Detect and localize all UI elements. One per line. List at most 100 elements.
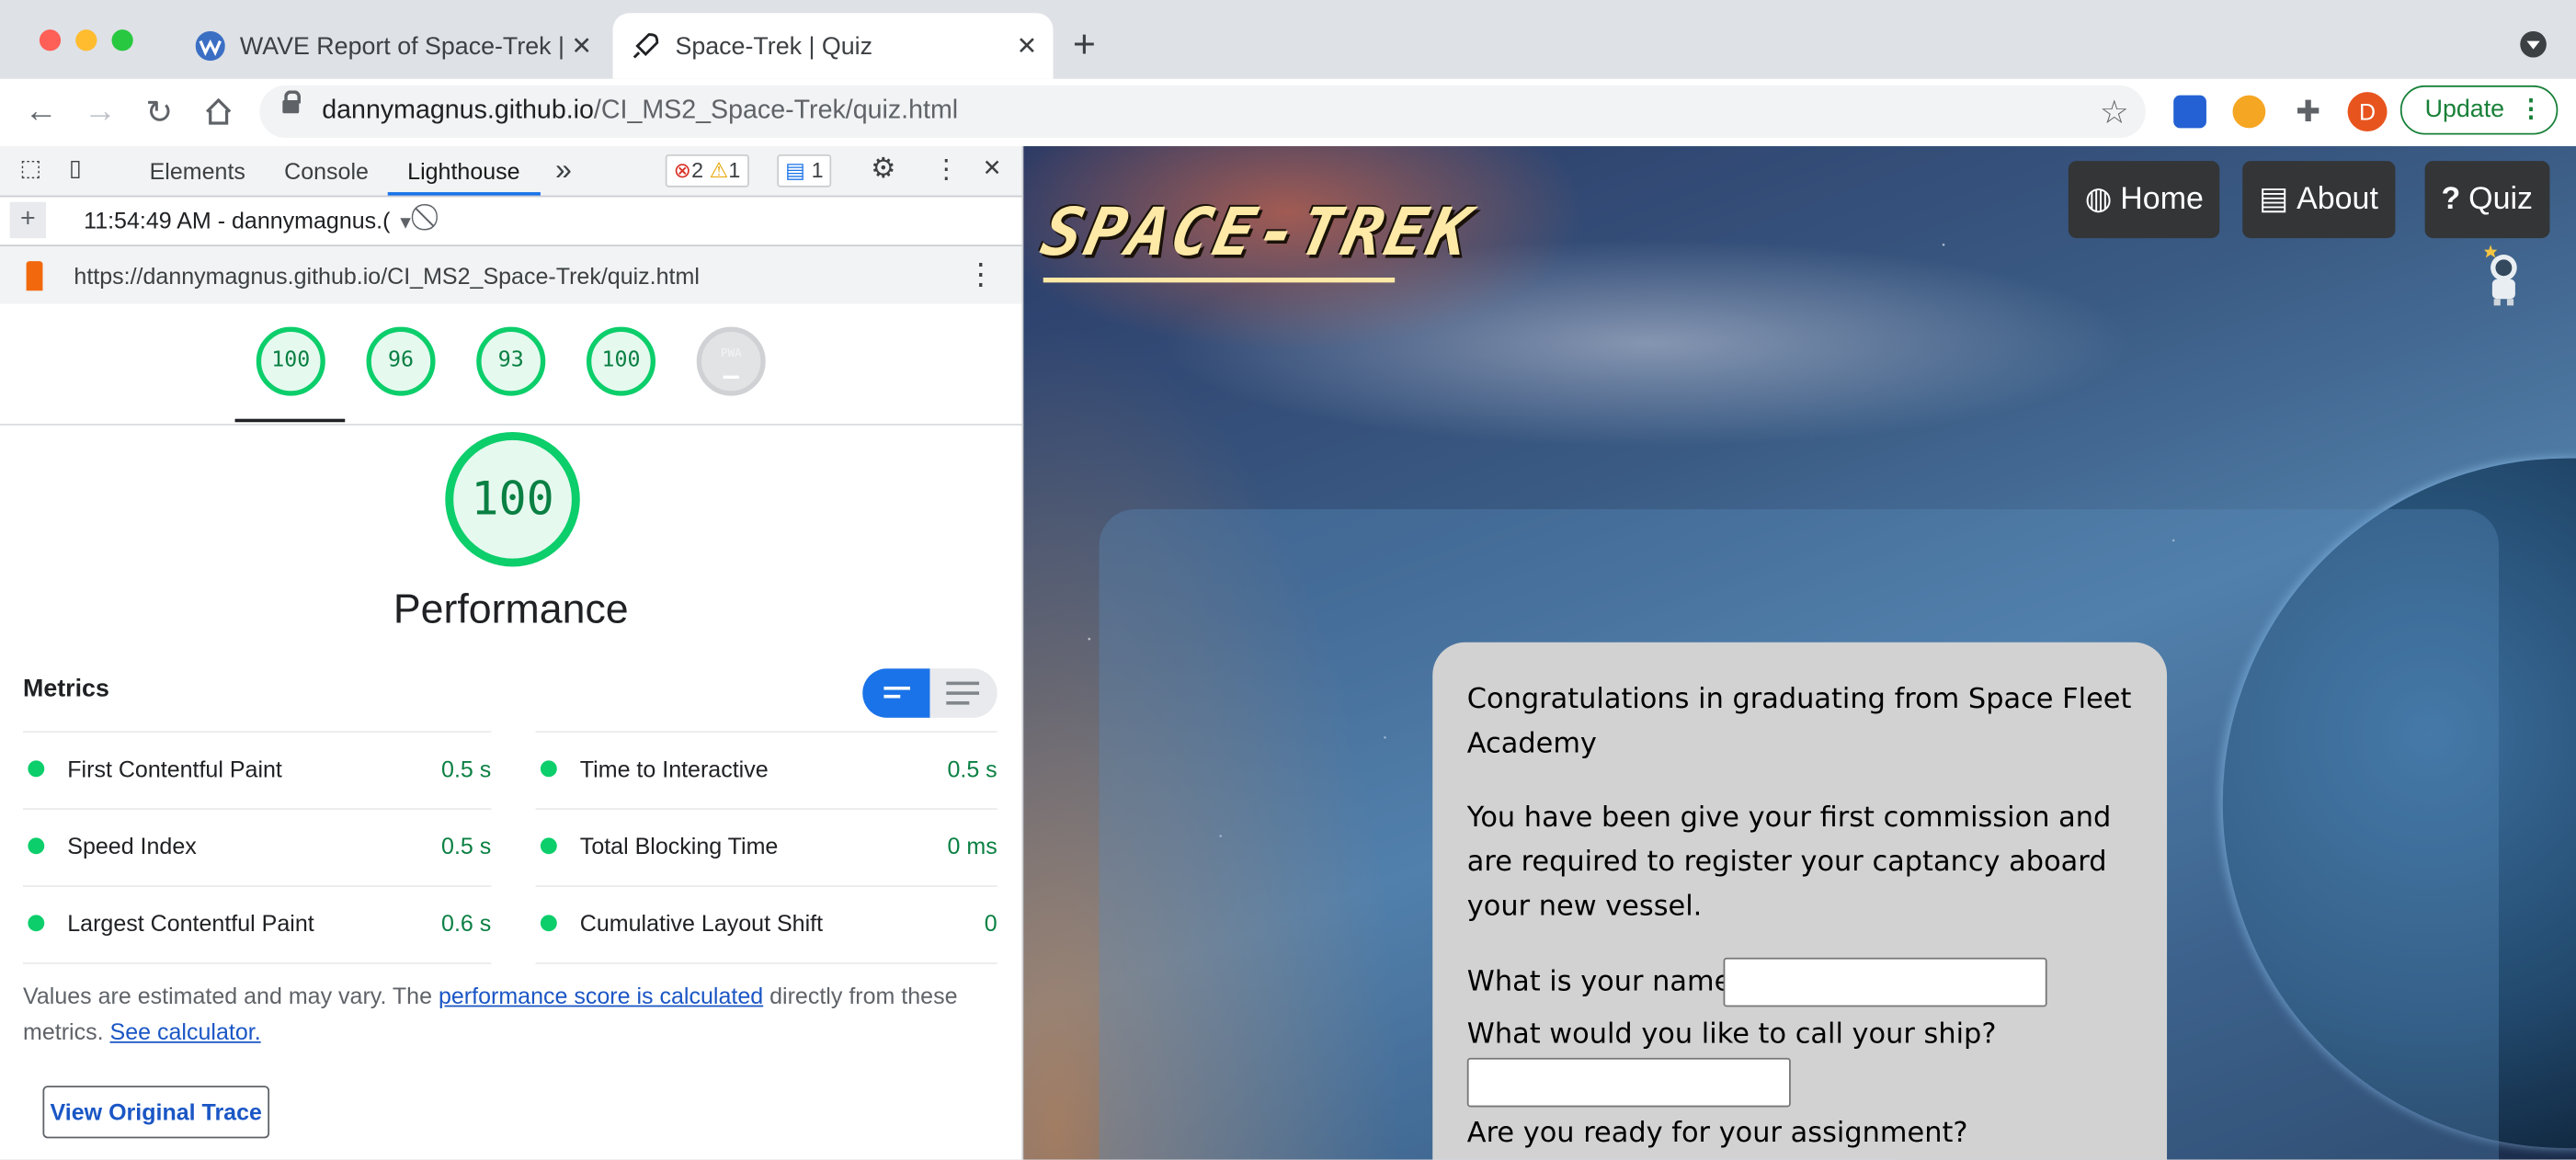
tab-lighthouse[interactable]: Lighthouse bbox=[407, 158, 519, 185]
gauge-accessibility[interactable]: 96 bbox=[366, 326, 436, 396]
site-logo[interactable]: SPACE-TREK bbox=[1035, 196, 1480, 271]
score-gauges: 100 96 93 100 PWA – bbox=[0, 304, 1022, 426]
metrics-heading: Metrics bbox=[23, 675, 109, 703]
gauge-best-practices[interactable]: 93 bbox=[476, 326, 546, 396]
wave-favicon-icon bbox=[194, 29, 227, 63]
page-viewport: SPACE-TREK ◍ Home ▤ About ? Quiz Congratula… bbox=[1023, 146, 2576, 1160]
grammar-extension-icon[interactable] bbox=[2232, 95, 2266, 129]
message-icon: ▤ bbox=[785, 157, 806, 183]
address-bar[interactable]: dannymagnus.github.io/CI_MS2_Space-Trek/… bbox=[259, 85, 2146, 139]
ship-name-input[interactable] bbox=[1466, 1057, 1791, 1108]
score-calculation-link[interactable]: performance score is calculated bbox=[439, 983, 763, 1009]
globe-icon: ◍ bbox=[2084, 182, 2113, 217]
report-url-row: https://dannymagnus.github.io/CI_MS2_Spa… bbox=[0, 246, 1022, 304]
id-card-icon: ▤ bbox=[2259, 182, 2289, 217]
report-menu-icon[interactable]: ⋮ bbox=[966, 258, 996, 293]
metric-total-blocking-time: Total Blocking Time 0 ms bbox=[535, 808, 997, 885]
lock-icon bbox=[282, 90, 302, 114]
profile-avatar[interactable]: D bbox=[2347, 92, 2388, 131]
devtools-panel: ⬚ ▯ Elements Console Lighthouse » ⊗2 ⚠1 … bbox=[0, 146, 1024, 1160]
warning-icon: ⚠ bbox=[709, 157, 729, 183]
tab-elements[interactable]: Elements bbox=[150, 158, 245, 185]
pass-indicator-icon bbox=[540, 760, 557, 778]
question-ship-label: What would you like to call your ship? bbox=[1466, 1018, 1997, 1052]
name-input[interactable] bbox=[1723, 957, 2047, 1007]
selected-gauge-indicator bbox=[234, 418, 346, 423]
messages-badge[interactable]: ▤ 1 bbox=[777, 154, 832, 188]
nav-quiz[interactable]: ? Quiz bbox=[2424, 161, 2549, 239]
close-tab-icon[interactable]: ✕ bbox=[565, 31, 598, 61]
bookmark-star-icon[interactable]: ☆ bbox=[2100, 92, 2129, 133]
menu-dots-icon: ⋮ bbox=[2518, 95, 2544, 124]
pass-indicator-icon bbox=[28, 760, 45, 778]
quiz-instructions: You have been give your first commission… bbox=[1466, 802, 2112, 924]
devtools-tab-bar: ⬚ ▯ Elements Console Lighthouse » ⊗2 ⚠1 … bbox=[0, 146, 1022, 198]
tab-search-chevron-down-icon[interactable] bbox=[2520, 30, 2547, 58]
nav-about[interactable]: ▤ About bbox=[2242, 161, 2395, 239]
nav-home[interactable]: ◍ Home bbox=[2068, 161, 2220, 239]
calculator-link[interactable]: See calculator. bbox=[110, 1018, 261, 1045]
report-selector-row: + 11:54:49 AM - dannymagnus.( ▼ ⃠ bbox=[0, 196, 1022, 247]
devtools-menu-icon[interactable]: ⋮ bbox=[933, 153, 960, 186]
tab-title: Space-Trek | Quiz bbox=[675, 31, 872, 61]
pass-indicator-icon bbox=[540, 915, 557, 932]
url-text: dannymagnus.github.io/CI_MS2_Space-Trek/… bbox=[322, 97, 959, 125]
metrics-view-toggle[interactable] bbox=[862, 668, 997, 718]
metrics-note: Values are estimated and may vary. The p… bbox=[23, 982, 958, 1045]
expanded-view-icon[interactable] bbox=[946, 681, 980, 686]
metric-cumulative-layout-shift: Cumulative Layout Shift 0 bbox=[535, 885, 997, 964]
logo-underline bbox=[1043, 278, 1396, 283]
quiz-form: Congratulations in graduating from Space… bbox=[1432, 642, 2168, 1160]
minimize-window-button[interactable] bbox=[75, 29, 97, 51]
issues-badge[interactable]: ⊗2 ⚠1 bbox=[665, 154, 749, 188]
question-name-label: What is your name? bbox=[1466, 965, 1747, 999]
compact-view-button[interactable] bbox=[862, 668, 930, 718]
quiz-intro: Congratulations in graduating from Space… bbox=[1466, 683, 2132, 761]
device-toolbar-icon[interactable]: ▯ bbox=[69, 154, 82, 182]
report-url: https://dannymagnus.github.io/CI_MS2_Spa… bbox=[74, 262, 700, 290]
rocket-favicon-icon bbox=[629, 29, 662, 63]
lighthouse-icon bbox=[26, 261, 43, 291]
close-tab-icon[interactable]: ✕ bbox=[1010, 31, 1043, 61]
view-original-trace-button[interactable]: View Original Trace bbox=[42, 1086, 270, 1139]
close-devtools-icon[interactable]: ✕ bbox=[983, 154, 1002, 182]
performance-score: 100 bbox=[445, 431, 580, 567]
dropdown-chevron-icon: ▼ bbox=[396, 213, 415, 233]
gauge-performance[interactable]: 100 bbox=[256, 326, 325, 396]
browser-toolbar: ← → ↻ dannymagnus.github.io/CI_MS2_Space… bbox=[0, 78, 2576, 148]
back-button[interactable]: ← bbox=[23, 93, 59, 130]
metric-first-contentful-paint: First Contentful Paint 0.5 s bbox=[23, 731, 491, 808]
forward-button[interactable]: → bbox=[82, 93, 118, 130]
puzzle-extensions-icon[interactable]: ✚ bbox=[2292, 96, 2325, 129]
more-tabs-icon[interactable]: » bbox=[555, 153, 572, 188]
metric-speed-index: Speed Index 0.5 s bbox=[23, 808, 491, 885]
trello-extension-icon[interactable] bbox=[2173, 95, 2206, 129]
new-tab-button[interactable]: + bbox=[1073, 23, 1096, 69]
inspect-element-icon[interactable]: ⬚ bbox=[19, 154, 41, 182]
reload-button[interactable]: ↻ bbox=[142, 94, 177, 131]
metric-largest-contentful-paint: Largest Contentful Paint 0.6 s bbox=[23, 885, 491, 964]
astronaut-icon bbox=[2483, 245, 2517, 306]
tab-strip: WAVE Report of Space-Trek | C ✕ Space-Tr… bbox=[0, 0, 2576, 79]
update-button[interactable]: Update ⋮ bbox=[2399, 85, 2559, 135]
metric-time-to-interactive: Time to Interactive 0.5 s bbox=[535, 731, 997, 808]
question-ready-label: Are you ready for your assignment? bbox=[1466, 1117, 1968, 1150]
settings-gear-icon[interactable]: ⚙ bbox=[871, 153, 895, 186]
new-report-icon[interactable]: + bbox=[9, 201, 47, 239]
question-icon: ? bbox=[2441, 182, 2461, 217]
gauge-pwa[interactable]: PWA – bbox=[696, 326, 766, 396]
tab-wave-report[interactable]: WAVE Report of Space-Trek | C ✕ bbox=[177, 13, 608, 78]
error-icon: ⊗ bbox=[673, 157, 692, 183]
home-button[interactable] bbox=[200, 94, 236, 130]
zoom-window-button[interactable] bbox=[111, 29, 133, 51]
pass-indicator-icon bbox=[540, 837, 557, 855]
gauge-seo[interactable]: 100 bbox=[586, 326, 656, 396]
tab-console[interactable]: Console bbox=[284, 158, 369, 185]
category-title: Performance bbox=[393, 586, 629, 632]
tab-space-trek-quiz[interactable]: Space-Trek | Quiz ✕ bbox=[612, 13, 1054, 79]
pass-indicator-icon bbox=[28, 837, 45, 855]
home-icon bbox=[206, 97, 232, 125]
close-window-button[interactable] bbox=[39, 29, 62, 51]
tab-title: WAVE Report of Space-Trek | C bbox=[239, 31, 565, 61]
report-dropdown[interactable]: 11:54:49 AM - dannymagnus.( ▼ bbox=[84, 207, 415, 233]
